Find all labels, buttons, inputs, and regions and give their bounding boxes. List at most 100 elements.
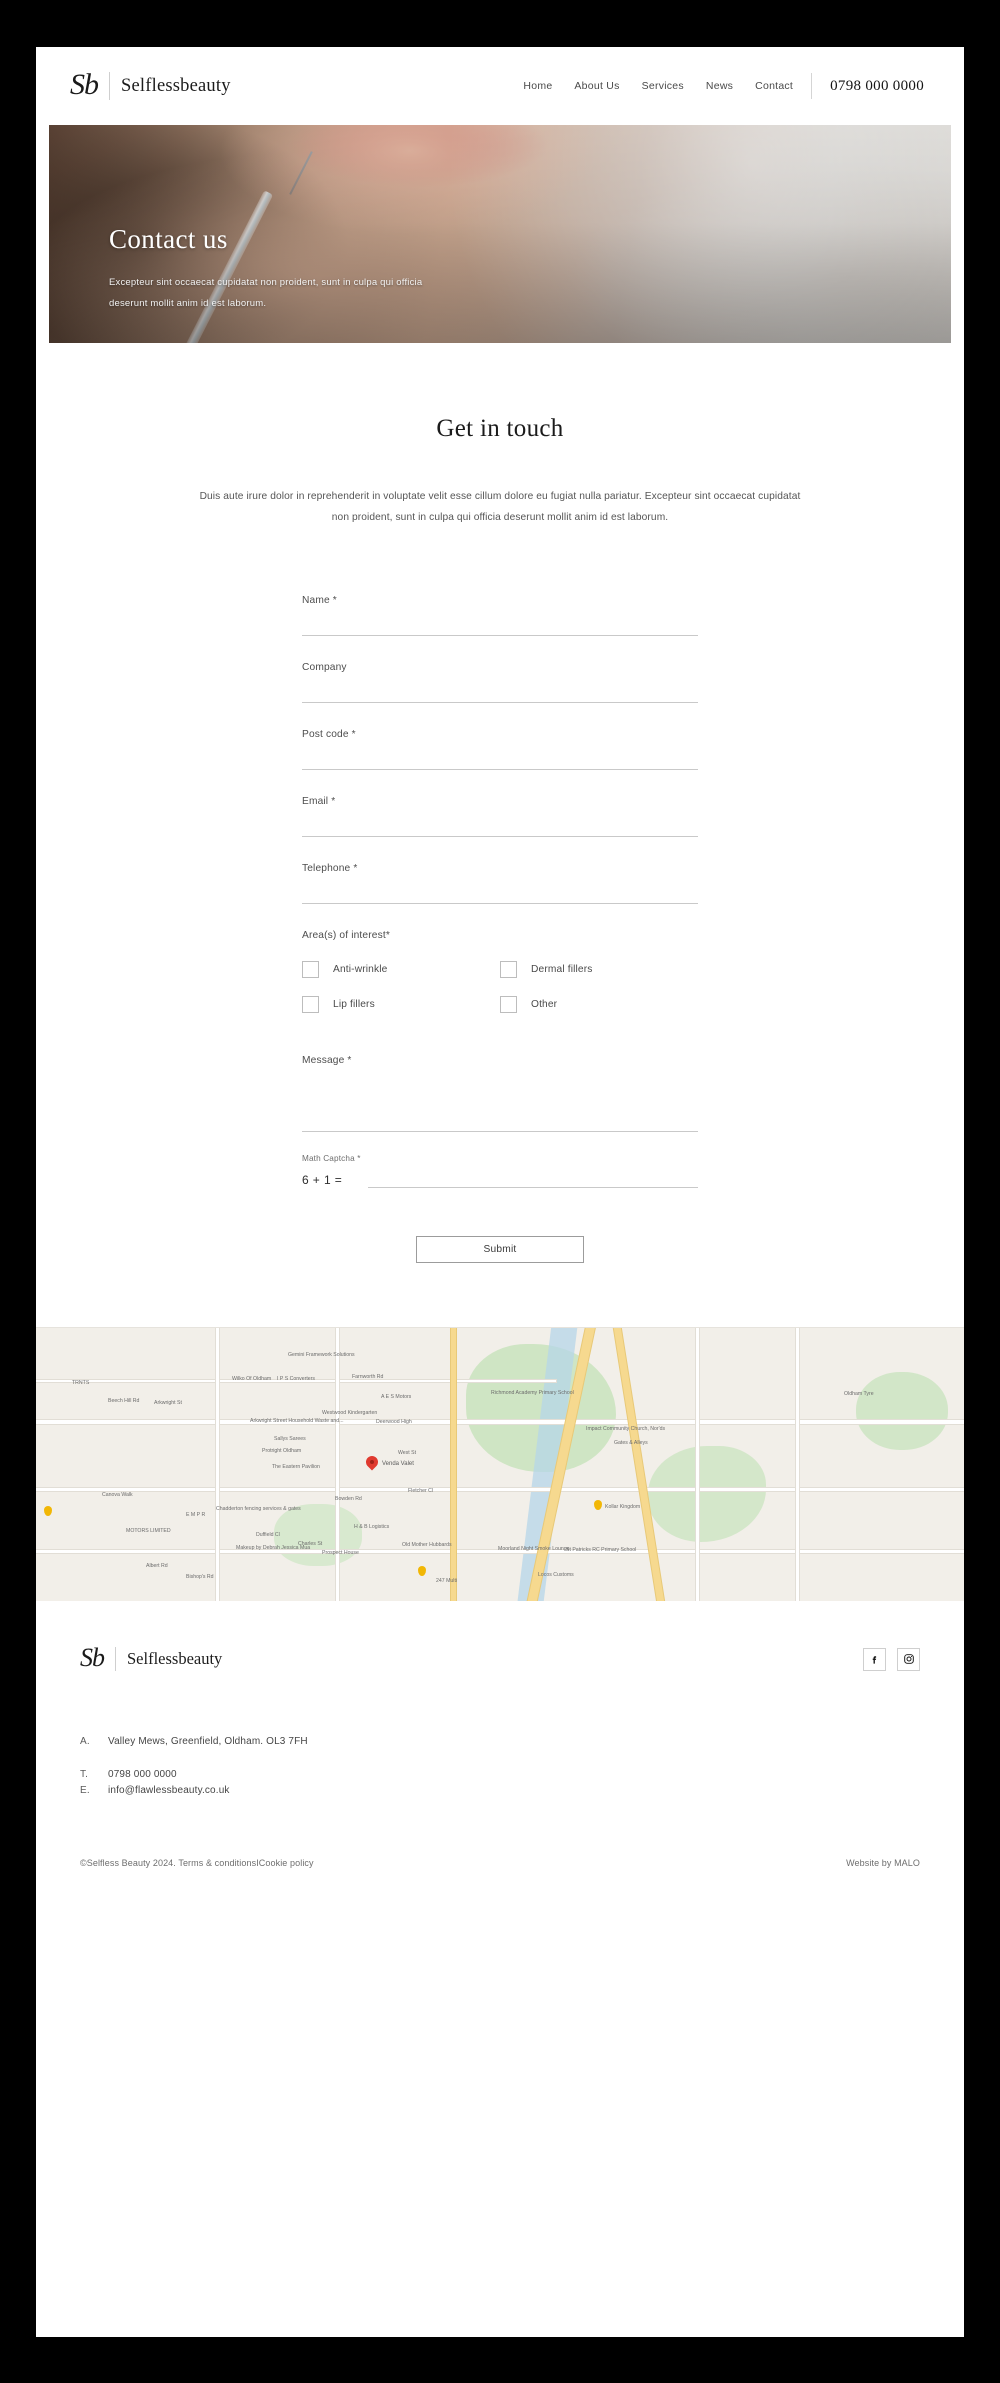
- map-label: Canova Walk: [102, 1491, 133, 1498]
- map-label: Albert Rd: [146, 1562, 168, 1569]
- main-navigation: Home About Us Services News Contact 0798…: [523, 73, 924, 99]
- map-label: Westwood Kindergarten: [322, 1409, 378, 1416]
- map-label: Prospect House: [322, 1549, 359, 1556]
- submit-button[interactable]: Submit: [416, 1235, 584, 1263]
- contact-key-address: A.: [80, 1735, 90, 1747]
- telephone-input[interactable]: [302, 889, 698, 904]
- social-links: [863, 1647, 920, 1671]
- map-label: Locos Customs: [538, 1571, 574, 1578]
- map-poi-marker[interactable]: [44, 1505, 52, 1516]
- checkbox-box-icon[interactable]: [302, 960, 319, 978]
- field-company: Company: [302, 662, 698, 703]
- contact-value-telephone[interactable]: 0798 000 0000: [108, 1769, 177, 1780]
- map-label: H & B Logistics: [354, 1523, 390, 1530]
- map-label: Oldham Tyre: [844, 1390, 874, 1397]
- map-label: Arkwright St: [154, 1399, 182, 1406]
- map-label: Farnworth Rd: [352, 1373, 384, 1380]
- cookie-policy-link[interactable]: Cookie policy: [259, 1858, 314, 1868]
- map-label: Sallys Sarees: [274, 1435, 306, 1442]
- captcha-input[interactable]: [368, 1173, 698, 1188]
- facebook-icon[interactable]: [863, 1647, 886, 1671]
- message-textarea[interactable]: [302, 1075, 698, 1132]
- map-label: West St: [398, 1449, 417, 1456]
- map-road: [696, 1327, 699, 1601]
- map-label: Impact Community Church, Nor'ds: [586, 1425, 666, 1432]
- location-map[interactable]: Venda Valet Arkwright St Sallys Sarees Pro…: [36, 1326, 964, 1601]
- contact-value-email[interactable]: info@flawlessbeauty.co.uk: [108, 1785, 230, 1796]
- name-input[interactable]: [302, 621, 698, 636]
- logo-divider: [109, 72, 110, 100]
- nav-item-about-us[interactable]: About Us: [574, 80, 619, 92]
- nav-links: Home About Us Services News Contact: [523, 80, 793, 92]
- map-road: [796, 1327, 799, 1601]
- header-phone-number[interactable]: 0798 000 0000: [830, 78, 924, 95]
- map-road: [216, 1327, 219, 1601]
- contact-email: E. info@flawlessbeauty.co.uk: [80, 1785, 920, 1796]
- areas-of-interest-options: Anti-wrinkle Dermal fillers Lip fillers …: [302, 960, 698, 1013]
- field-label-company: Company: [302, 661, 347, 673]
- email-input[interactable]: [302, 822, 698, 837]
- hero-subtitle: Excepteur sint occaecat cupidatat non pr…: [109, 277, 423, 310]
- map-label: Gemini Framework Solutions: [288, 1351, 355, 1358]
- nav-item-contact[interactable]: Contact: [755, 80, 793, 92]
- nav-item-news[interactable]: News: [706, 80, 733, 92]
- checkbox-box-icon[interactable]: [500, 995, 517, 1013]
- map-road: [36, 1419, 964, 1424]
- map-label: MOTORS LIMITED: [126, 1527, 171, 1534]
- footer-bottom-row: ©Selfless Beauty 2024. Terms & condition…: [80, 1858, 920, 1896]
- logo-monogram: Sb: [70, 67, 99, 101]
- map-label: The Eastern Pavilion: [272, 1463, 320, 1470]
- terms-link[interactable]: Terms & conditions: [178, 1858, 256, 1868]
- checkbox-box-icon[interactable]: [500, 960, 517, 978]
- post-code-input[interactable]: [302, 755, 698, 770]
- checkbox-box-icon[interactable]: [302, 995, 319, 1013]
- site-header: Sb Selflessbeauty Home About Us Services…: [36, 47, 964, 125]
- footer-logo-wordmark: Selflessbeauty: [127, 1649, 223, 1669]
- map-label: Gates & Alleys: [614, 1439, 648, 1446]
- hero-content: Contact us Excepteur sint occaecat cupid…: [109, 224, 529, 315]
- map-park-area: [274, 1503, 362, 1566]
- contact-form: Name * Company Post code * Email * Telep…: [302, 595, 698, 1327]
- map-label: Bowden Rd: [335, 1495, 362, 1502]
- map-label: Chadderton fencing services & gates: [216, 1505, 301, 1512]
- checkbox-label-anti-wrinkle: Anti-wrinkle: [333, 963, 388, 975]
- site-logo[interactable]: Sb Selflessbeauty: [70, 67, 231, 103]
- map-park-area: [648, 1445, 766, 1542]
- areas-of-interest-label: Area(s) of interest*: [302, 929, 390, 941]
- map-label: Old Mother Hubbards: [402, 1541, 452, 1548]
- get-in-touch-section: Get in touch Duis aute irure dolor in re…: [36, 343, 964, 529]
- footer-logo-divider: [115, 1647, 116, 1672]
- map-label: St Patricks RC Primary School: [566, 1546, 637, 1553]
- field-name: Name *: [302, 595, 698, 636]
- field-label-name: Name *: [302, 594, 337, 606]
- captcha-question: 6 + 1 =: [302, 1172, 343, 1187]
- map-road: [336, 1327, 339, 1601]
- instagram-icon[interactable]: [897, 1647, 920, 1671]
- map-poi-marker[interactable]: [594, 1499, 602, 1510]
- map-label: Protright Oldham: [262, 1447, 302, 1454]
- captcha-row: 6 + 1 =: [302, 1173, 698, 1188]
- company-input[interactable]: [302, 688, 698, 703]
- map-label: Wilko Of Oldham: [232, 1375, 272, 1382]
- website-credit[interactable]: Website by MALO: [846, 1858, 920, 1868]
- checkbox-other[interactable]: Other: [500, 995, 698, 1013]
- message-label: Message *: [302, 1054, 352, 1066]
- map-label: I P S Converters: [277, 1375, 315, 1382]
- footer-logo[interactable]: Sb Selflessbeauty: [80, 1644, 223, 1674]
- nav-item-services[interactable]: Services: [642, 80, 684, 92]
- checkbox-dermal-fillers[interactable]: Dermal fillers: [500, 960, 698, 978]
- map-location-pin[interactable]: [363, 1453, 381, 1472]
- page-backdrop: Sb Selflessbeauty Home About Us Services…: [0, 0, 1000, 2383]
- map-label: Deerwood High: [376, 1418, 412, 1425]
- hero-banner: Contact us Excepteur sint occaecat cupid…: [49, 125, 951, 343]
- captcha-label: Math Captcha *: [302, 1153, 361, 1163]
- site-footer: Sb Selflessbeauty A. Valley Mews, Greenf…: [36, 1600, 964, 1896]
- checkbox-lip-fillers[interactable]: Lip fillers: [302, 995, 500, 1013]
- map-poi-marker[interactable]: [418, 1565, 426, 1576]
- logo-wordmark: Selflessbeauty: [121, 75, 231, 96]
- checkbox-anti-wrinkle[interactable]: Anti-wrinkle: [302, 960, 500, 978]
- nav-divider: [811, 73, 813, 99]
- nav-item-home[interactable]: Home: [523, 80, 552, 92]
- field-label-post-code: Post code *: [302, 728, 356, 740]
- contact-key-email: E.: [80, 1784, 90, 1796]
